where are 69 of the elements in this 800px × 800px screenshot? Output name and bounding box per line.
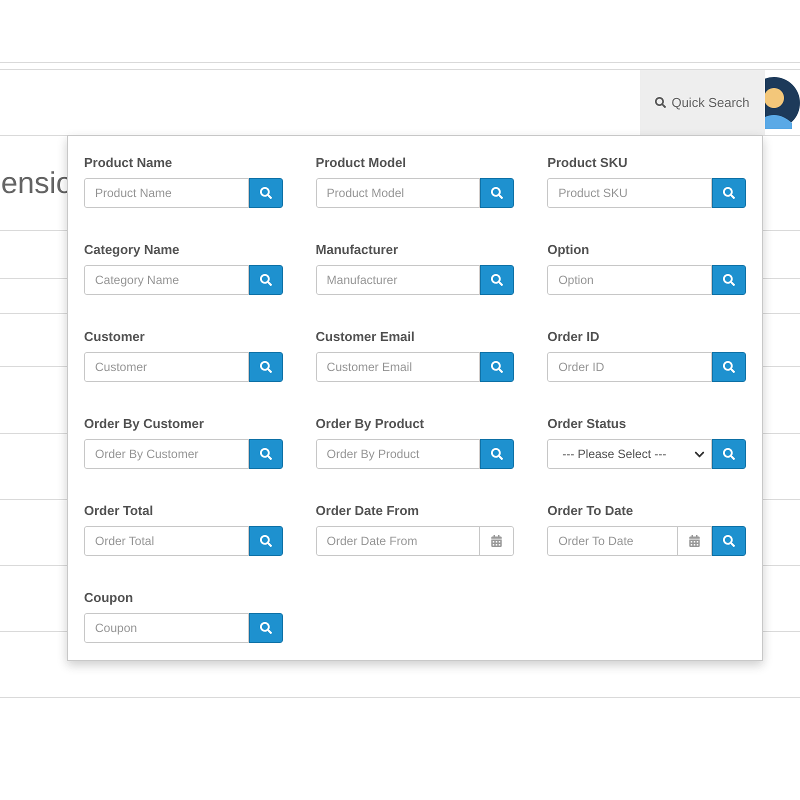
- search-icon: [260, 361, 272, 373]
- text-field[interactable]: Customer Email: [316, 352, 480, 382]
- search-icon: [491, 274, 504, 286]
- text-field[interactable]: Product SKU: [547, 178, 712, 208]
- search-button[interactable]: [248, 613, 283, 643]
- field-label: Order ID: [547, 329, 600, 345]
- search-button[interactable]: [712, 526, 746, 556]
- search-button[interactable]: [248, 526, 283, 556]
- search-icon: [723, 187, 735, 199]
- field-label: Order By Product: [316, 416, 426, 432]
- search-icon: [655, 97, 666, 108]
- field-label: Option: [547, 242, 590, 258]
- text-field[interactable]: Option: [547, 265, 712, 295]
- quick-search-button[interactable]: Quick Search: [640, 70, 765, 135]
- text-field[interactable]: Manufacturer: [316, 265, 480, 295]
- text-field[interactable]: Order By Customer: [84, 439, 249, 469]
- search-button[interactable]: [248, 439, 283, 469]
- field-label: Product Name: [84, 155, 174, 171]
- text-field[interactable]: Order By Product: [316, 439, 480, 469]
- search-icon: [260, 622, 272, 634]
- calendar-button[interactable]: [480, 526, 514, 556]
- field-label: Order By Customer: [84, 416, 205, 432]
- field-label: Order Total: [84, 503, 154, 519]
- text-field[interactable]: Coupon: [84, 613, 249, 643]
- search-icon: [260, 274, 272, 286]
- field-label: Category Name: [84, 242, 180, 258]
- calendar-icon: [491, 535, 502, 547]
- search-button[interactable]: [712, 439, 746, 469]
- date-field[interactable]: Order To Date: [547, 526, 678, 556]
- search-icon: [260, 448, 272, 460]
- search-button[interactable]: [480, 178, 514, 208]
- text-field[interactable]: Product Model: [316, 178, 480, 208]
- field-label: Customer Email: [316, 329, 416, 345]
- text-field[interactable]: Order Total: [84, 526, 249, 556]
- status-select[interactable]: --- Please Select ---: [547, 439, 712, 469]
- search-button[interactable]: [480, 352, 514, 382]
- search-icon: [491, 187, 504, 199]
- field-label: Order Date From: [316, 503, 420, 519]
- calendar-icon: [689, 535, 700, 547]
- search-button[interactable]: [712, 178, 746, 208]
- text-field[interactable]: Customer: [84, 352, 249, 382]
- search-button[interactable]: [712, 265, 746, 295]
- field-label: Product SKU: [547, 155, 628, 171]
- search-button[interactable]: [480, 439, 514, 469]
- search-button[interactable]: [480, 265, 514, 295]
- search-icon: [723, 361, 735, 373]
- search-icon: [723, 535, 735, 547]
- search-icon: [723, 448, 735, 460]
- field-label: Order To Date: [547, 503, 634, 519]
- search-icon: [723, 274, 735, 286]
- date-field[interactable]: Order Date From: [316, 526, 480, 556]
- text-field[interactable]: Order ID: [547, 352, 712, 382]
- search-icon: [491, 361, 504, 373]
- calendar-button[interactable]: [678, 526, 712, 556]
- field-label: Product Model: [316, 155, 407, 171]
- field-label: Coupon: [84, 590, 134, 606]
- search-icon: [491, 448, 504, 460]
- search-button[interactable]: [712, 352, 746, 382]
- search-button[interactable]: [248, 352, 283, 382]
- search-icon: [260, 535, 272, 547]
- chevron-down-icon: [694, 448, 705, 460]
- field-label: Customer: [84, 329, 146, 345]
- text-field[interactable]: Category Name: [84, 265, 249, 295]
- search-icon: [260, 187, 272, 199]
- search-button[interactable]: [248, 178, 283, 208]
- field-label: Order Status: [547, 416, 628, 432]
- search-button[interactable]: [248, 265, 283, 295]
- text-field[interactable]: Product Name: [84, 178, 249, 208]
- field-label: Manufacturer: [316, 242, 400, 258]
